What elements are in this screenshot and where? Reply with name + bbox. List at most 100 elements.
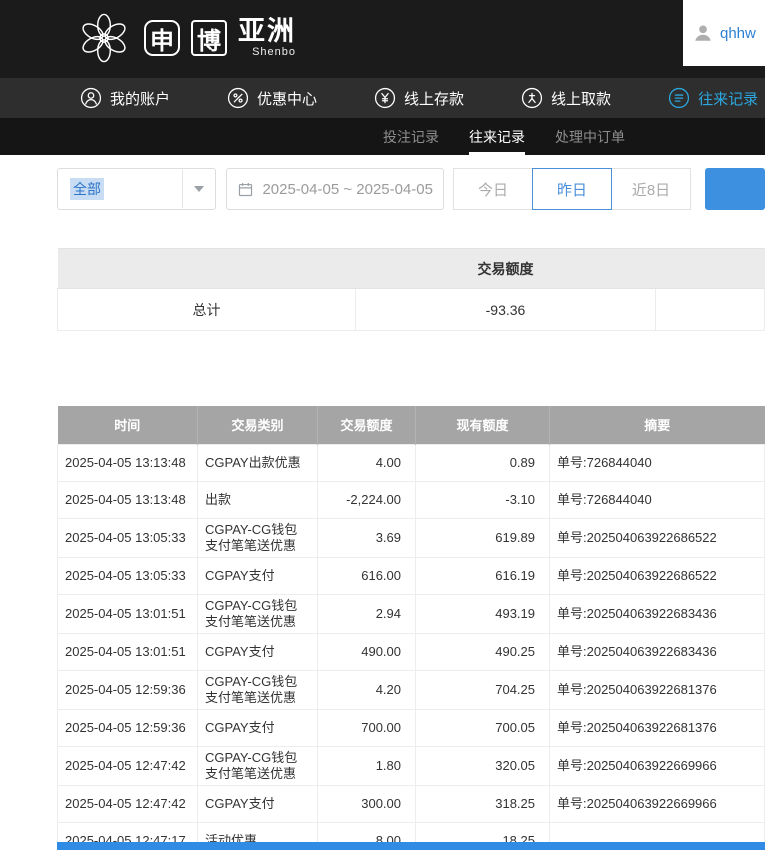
sub-nav: 投注记录 往来记录 处理中订单 [0, 118, 765, 155]
table-cell: 490.25 [415, 632, 550, 671]
table-cell: CGPAY支付 [197, 556, 318, 595]
table-row: 2025-04-05 12:47:42 CGPAY-CG钱包支付笔笔送优惠 1.80… [57, 745, 765, 786]
table-cell: -2,224.00 [317, 480, 416, 519]
date-range-input[interactable]: 2025-04-05 ~ 2025-04-05 [226, 168, 444, 210]
summary-total-label: 总计 [57, 288, 356, 331]
summary-total-row: 总计 -93.36 [57, 288, 765, 331]
table-cell: CGPAY-CG钱包支付笔笔送优惠 [197, 593, 318, 634]
table-row: 2025-04-05 12:59:36 CGPAY-CG钱包支付笔笔送优惠 4.20… [57, 669, 765, 710]
table-row: 2025-04-05 13:05:33 CGPAY-CG钱包支付笔笔送优惠 3.69… [57, 517, 765, 558]
nav-item-user[interactable]: 我的账户 [80, 87, 170, 109]
gift-icon [227, 87, 249, 109]
nav-item-deposit[interactable]: 线上存款 [374, 87, 464, 109]
table-cell: 4.00 [317, 443, 416, 482]
type-dropdown-value: 全部 [70, 178, 104, 200]
table-cell: CGPAY-CG钱包支付笔笔送优惠 [197, 517, 318, 558]
column-header: 时间 [57, 406, 198, 444]
summary-table: 交易额度 总计 -93.36 [57, 248, 765, 331]
table-cell: 2.94 [317, 593, 416, 634]
user-avatar-icon [695, 25, 711, 41]
table-cell: CGPAY出款优惠 [197, 443, 318, 482]
table-cell: 单号:726844040 [549, 443, 765, 482]
table-cell: -3.10 [415, 480, 550, 519]
summary-header-row: 交易额度 [57, 248, 765, 289]
top-header: 申 博 亚洲 Shenbo qhhw [0, 0, 765, 78]
summary-header-empty [57, 248, 356, 289]
table-cell: 616.00 [317, 556, 416, 595]
nav-item-label: 我的账户 [110, 90, 171, 108]
table-cell: 2025-04-05 12:59:36 [57, 669, 198, 710]
table-cell: 493.19 [415, 593, 550, 634]
table-cell: 2025-04-05 12:47:42 [57, 745, 198, 786]
date-range-value: 2025-04-05 ~ 2025-04-05 [262, 180, 433, 198]
deposit-icon [374, 87, 396, 109]
nav-item-label: 线上存款 [404, 90, 465, 108]
table-cell: 单号:202504063922681376 [549, 669, 765, 710]
nav-item-label: 线上取款 [551, 90, 612, 108]
table-cell: 2025-04-05 13:13:48 [57, 443, 198, 482]
table-cell: 单号:202504063922683436 [549, 593, 765, 634]
withdraw-icon [521, 87, 543, 109]
table-cell: 490.00 [317, 632, 416, 671]
brand-logo: 申 博 亚洲 Shenbo [75, 9, 296, 67]
logo-char-bo: 博 [191, 20, 227, 56]
table-cell: 700.05 [415, 708, 550, 747]
table-cell: 2025-04-05 13:01:51 [57, 632, 198, 671]
nav-item-records[interactable]: 往来记录 [668, 87, 758, 109]
subnav-item[interactable]: 投注记录 [383, 118, 439, 155]
table-row: 2025-04-05 12:59:36 CGPAY支付 700.00 700.05 单号… [57, 708, 765, 747]
table-cell: 704.25 [415, 669, 550, 710]
table-cell: 619.89 [415, 517, 550, 558]
table-cell: 2025-04-05 13:05:33 [57, 556, 198, 595]
quick-range-group: 今日 昨日 近8日 [453, 168, 691, 210]
table-cell: 3.69 [317, 517, 416, 558]
table-cell: 318.25 [415, 784, 550, 823]
table-cell: 单号:202504063922681376 [549, 708, 765, 747]
dropdown-divider [182, 170, 184, 208]
table-row: 2025-04-05 13:01:51 CGPAY支付 490.00 490.25 单号… [57, 632, 765, 671]
logo-char-shen: 申 [144, 20, 180, 56]
page: 申 博 亚洲 Shenbo qhhw 我的账户 优惠中心 线上存款 线上取款 往来记录 … [0, 0, 765, 850]
user-icon [80, 87, 102, 109]
column-header: 摘要 [549, 406, 765, 444]
table-cell: 4.20 [317, 669, 416, 710]
table-cell: 单号:726844040 [549, 480, 765, 519]
nav-item-gift[interactable]: 优惠中心 [227, 87, 317, 109]
logo-region-text: 亚洲 [238, 16, 296, 46]
subnav-item[interactable]: 往来记录 [469, 118, 525, 155]
summary-header-amount: 交易额度 [355, 248, 656, 289]
subnav-item[interactable]: 处理中订单 [555, 118, 625, 155]
range-button[interactable]: 近8日 [611, 168, 691, 210]
bottom-bar [57, 842, 765, 850]
column-header: 交易类别 [197, 406, 318, 444]
table-cell: CGPAY支付 [197, 632, 318, 671]
summary-total-empty [655, 288, 765, 331]
range-button[interactable]: 昨日 [532, 168, 612, 210]
nav-item-label: 优惠中心 [257, 90, 318, 108]
nav-item-label: 往来记录 [698, 90, 759, 108]
table-cell: 1.80 [317, 745, 416, 786]
table-cell: 出款 [197, 480, 318, 519]
table-cell: 单号:202504063922686522 [549, 556, 765, 595]
type-dropdown[interactable]: 全部 [57, 168, 217, 210]
column-header: 交易额度 [317, 406, 416, 444]
nav-item-withdraw[interactable]: 线上取款 [521, 87, 611, 109]
table-cell: 2025-04-05 13:13:48 [57, 480, 198, 519]
table-cell: 2025-04-05 13:05:33 [57, 517, 198, 558]
search-button[interactable] [705, 168, 765, 210]
user-account-button[interactable]: qhhw [683, 0, 765, 66]
column-header: 现有额度 [415, 406, 550, 444]
content-area: 全部 2025-04-05 ~ 2025-04-05 今日 昨日 近8日 交易额度 [0, 168, 765, 850]
table-row: 2025-04-05 13:01:51 CGPAY-CG钱包支付笔笔送优惠 2.94… [57, 593, 765, 634]
table-cell: 单号:202504063922686522 [549, 517, 765, 558]
table-cell: CGPAY支付 [197, 784, 318, 823]
table-cell: 单号:202504063922683436 [549, 632, 765, 671]
table-row: 2025-04-05 13:05:33 CGPAY支付 616.00 616.19 单号… [57, 556, 765, 595]
table-row: 2025-04-05 12:47:42 CGPAY支付 300.00 318.25 单号… [57, 784, 765, 823]
main-nav: 我的账户 优惠中心 线上存款 线上取款 往来记录 [0, 78, 765, 118]
table-cell: 2025-04-05 12:59:36 [57, 708, 198, 747]
summary-total-value: -93.36 [355, 288, 656, 331]
filter-bar: 全部 2025-04-05 ~ 2025-04-05 今日 昨日 近8日 [57, 168, 765, 210]
range-button[interactable]: 今日 [453, 168, 533, 210]
table-cell: 单号:202504063922669966 [549, 784, 765, 823]
